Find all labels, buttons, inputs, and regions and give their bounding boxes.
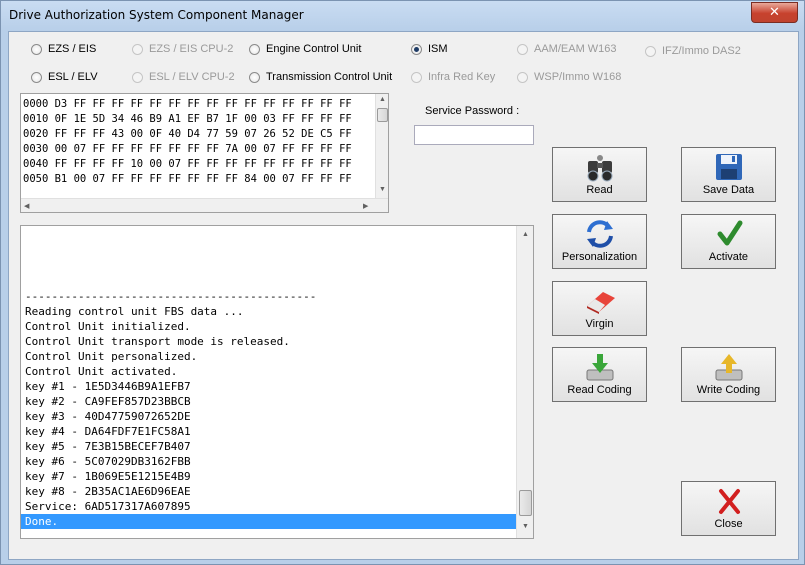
- read-coding-button-label: Read Coding: [567, 384, 632, 396]
- personalization-button[interactable]: Personalization: [552, 214, 647, 269]
- radio-dot: [411, 43, 422, 55]
- scroll-up-icon[interactable]: ▲: [376, 96, 388, 103]
- checkmark-icon: [682, 219, 775, 249]
- radio-esl-elv-cpu2[interactable]: ESL / ELV CPU-2: [132, 71, 235, 83]
- service-password-input[interactable]: [414, 125, 534, 145]
- title-bar[interactable]: Drive Authorization System Component Man…: [1, 1, 804, 31]
- log-line[interactable]: Control Unit initialized.: [21, 319, 516, 334]
- radio-dot: [645, 45, 656, 57]
- floppy-disk-icon: [682, 152, 775, 182]
- binoculars-icon: [553, 152, 646, 182]
- radio-ezs-eis-cpu2[interactable]: EZS / EIS CPU-2: [132, 43, 233, 55]
- window-close-button[interactable]: ✕: [751, 2, 798, 23]
- read-coding-button[interactable]: Read Coding: [552, 347, 647, 402]
- radio-esl-elv[interactable]: ESL / ELV: [31, 71, 98, 83]
- hex-dump-row: 0040 FF FF FF FF 10 00 07 FF FF FF FF FF…: [23, 158, 352, 170]
- hex-dump-lines: 0000 D3 FF FF FF FF FF FF FF FF FF FF FF…: [23, 97, 375, 187]
- radio-wsp-immo-w168[interactable]: WSP/Immo W168: [517, 71, 621, 83]
- scroll-down-icon[interactable]: ▼: [517, 523, 533, 530]
- log-line[interactable]: Reading control unit FBS data ...: [21, 304, 516, 319]
- close-icon: [682, 486, 775, 516]
- hex-dump-row: 0030 00 07 FF FF FF FF FF FF FF 7A 00 07…: [23, 143, 352, 155]
- log-line[interactable]: Control Unit personalized.: [21, 349, 516, 364]
- scroll-down-icon[interactable]: ▼: [376, 186, 388, 193]
- scroll-left-icon[interactable]: ◀: [24, 202, 29, 210]
- scroll-up-icon[interactable]: ▲: [517, 231, 533, 238]
- hex-dump-row: 0050 B1 00 07 FF FF FF FF FF FF FF 84 00…: [23, 173, 352, 185]
- app-window: Drive Authorization System Component Man…: [0, 0, 805, 565]
- activate-button[interactable]: Activate: [681, 214, 776, 269]
- radio-dot: [31, 71, 42, 83]
- refresh-arrows-icon: [553, 219, 646, 249]
- log-line[interactable]: key #2 - CA9FEF857D23BBCB: [21, 394, 516, 409]
- log-line[interactable]: ----------------------------------------…: [21, 289, 516, 304]
- log-line[interactable]: key #8 - 2B35AC1AE6D96EAE: [21, 484, 516, 499]
- log-line[interactable]: key #5 - 7E3B15BECEF7B407: [21, 439, 516, 454]
- radio-ism[interactable]: ISM: [411, 43, 448, 55]
- log-line[interactable]: Control Unit activated.: [21, 364, 516, 379]
- radio-dot: [249, 43, 260, 55]
- client-area: EZS / EIS EZS / EIS CPU-2 Engine Control…: [8, 31, 799, 560]
- virgin-button-label: Virgin: [585, 318, 614, 330]
- close-icon: ✕: [769, 4, 780, 19]
- hex-dump-view[interactable]: 0000 D3 FF FF FF FF FF FF FF FF FF FF FF…: [20, 93, 389, 213]
- scroll-thumb[interactable]: [377, 108, 388, 122]
- radio-ezs-eis[interactable]: EZS / EIS: [31, 43, 96, 55]
- personalization-button-label: Personalization: [561, 251, 638, 263]
- hex-vertical-scrollbar[interactable]: ▲ ▼: [375, 94, 388, 198]
- radio-engine-control-unit[interactable]: Engine Control Unit: [249, 43, 361, 55]
- write-coding-button[interactable]: Write Coding: [681, 347, 776, 402]
- radio-dot: [411, 71, 422, 83]
- log-line[interactable]: key #7 - 1B069E5E1215E4B9: [21, 469, 516, 484]
- radio-dot: [249, 71, 260, 83]
- radio-transmission-control-unit[interactable]: Transmission Control Unit: [249, 71, 392, 83]
- save-data-button-label: Save Data: [702, 184, 755, 196]
- hex-horizontal-scrollbar[interactable]: ◀ ▶: [21, 198, 388, 212]
- write-coding-button-label: Write Coding: [696, 384, 761, 396]
- radio-dot: [517, 43, 528, 55]
- log-line[interactable]: Service: 6AD517317A607895: [21, 499, 516, 514]
- hex-dump-row: 0020 FF FF FF 43 00 0F 40 D4 77 59 07 26…: [23, 128, 352, 140]
- log-line[interactable]: key #4 - DA64FDF7E1FC58A1: [21, 424, 516, 439]
- read-button[interactable]: Read: [552, 147, 647, 202]
- log-line[interactable]: Done.: [21, 514, 516, 529]
- radio-aam-eam-w163[interactable]: AAM/EAM W163: [517, 43, 617, 55]
- log-line[interactable]: key #3 - 40D47759072652DE: [21, 409, 516, 424]
- log-output[interactable]: ----------------------------------------…: [20, 225, 534, 539]
- close-button-label: Close: [714, 518, 743, 530]
- hex-dump-row: 0000 D3 FF FF FF FF FF FF FF FF FF FF FF…: [23, 98, 352, 110]
- read-button-label: Read: [586, 184, 613, 196]
- radio-infra-red-key[interactable]: Infra Red Key: [411, 71, 495, 83]
- download-arrow-icon: [553, 352, 646, 382]
- log-lines: ----------------------------------------…: [21, 289, 516, 529]
- service-password-label: Service Password :: [425, 105, 520, 117]
- scroll-thumb[interactable]: [519, 490, 532, 516]
- log-line[interactable]: Control Unit transport mode is released.: [21, 334, 516, 349]
- window-title: Drive Authorization System Component Man…: [9, 8, 304, 22]
- close-button[interactable]: Close: [681, 481, 776, 536]
- radio-ifz-immo-das2[interactable]: IFZ/Immo DAS2: [645, 45, 741, 57]
- radio-dot: [31, 43, 42, 55]
- upload-arrow-icon: [682, 352, 775, 382]
- radio-dot: [132, 43, 143, 55]
- scroll-right-icon[interactable]: ▶: [363, 202, 368, 210]
- hex-dump-row: 0010 0F 1E 5D 34 46 B9 A1 EF B7 1F 00 03…: [23, 113, 352, 125]
- eraser-icon: [553, 286, 646, 316]
- activate-button-label: Activate: [708, 251, 749, 263]
- virgin-button[interactable]: Virgin: [552, 281, 647, 336]
- log-vertical-scrollbar[interactable]: ▲ ▼: [516, 226, 533, 538]
- radio-dot: [132, 71, 143, 83]
- save-data-button[interactable]: Save Data: [681, 147, 776, 202]
- log-line[interactable]: key #6 - 5C07029DB3162FBB: [21, 454, 516, 469]
- radio-dot: [517, 71, 528, 83]
- log-line[interactable]: key #1 - 1E5D3446B9A1EFB7: [21, 379, 516, 394]
